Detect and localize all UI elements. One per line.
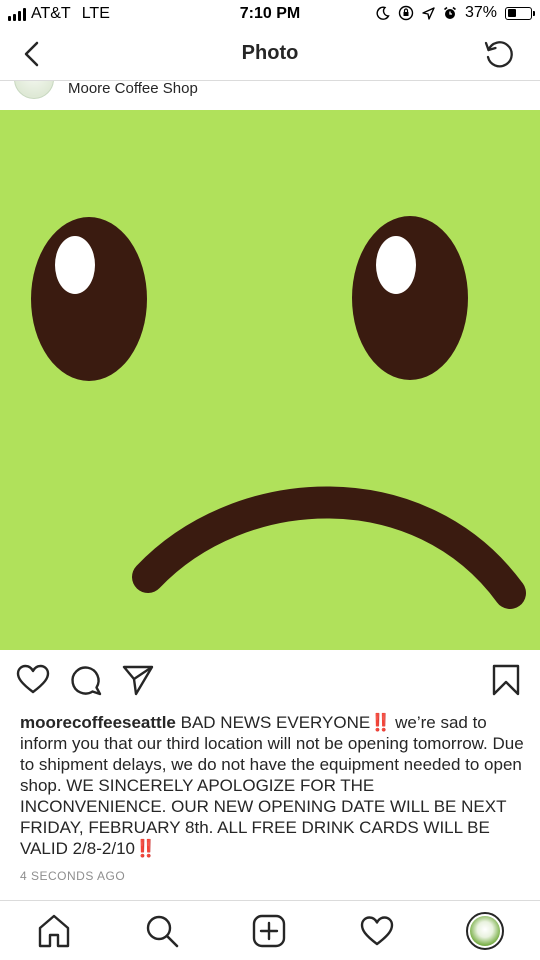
search-icon[interactable] bbox=[144, 913, 180, 949]
post-actions bbox=[0, 660, 540, 706]
battery-percent: 37% bbox=[464, 4, 497, 21]
double-exclamation-emoji: ‼️ bbox=[134, 839, 156, 858]
post-image[interactable] bbox=[0, 110, 540, 650]
alarm-icon bbox=[443, 6, 456, 19]
right-eye bbox=[352, 216, 468, 380]
double-exclamation-emoji: ‼️ bbox=[370, 713, 391, 732]
right-eye-highlight bbox=[376, 236, 416, 294]
caption-text-1: BAD NEWS EVERYONE bbox=[180, 713, 371, 732]
bookmark-icon[interactable] bbox=[489, 663, 523, 697]
status-bar: AT&T LTE 7:10 PM 37% bbox=[0, 0, 540, 30]
heart-icon[interactable] bbox=[16, 663, 50, 697]
caption-username[interactable]: moorecoffeeseattle bbox=[20, 713, 176, 732]
share-icon[interactable] bbox=[121, 663, 155, 697]
battery-icon bbox=[505, 6, 535, 20]
location-arrow-icon bbox=[422, 6, 435, 20]
left-eye bbox=[31, 217, 147, 381]
post-caption: moorecoffeeseattle BAD NEWS EVERYONE‼️ w… bbox=[20, 712, 525, 859]
tab-bar bbox=[0, 900, 540, 960]
home-icon[interactable] bbox=[36, 913, 72, 949]
add-post-icon[interactable] bbox=[251, 913, 287, 949]
page-title: Photo bbox=[241, 42, 299, 64]
status-icons: 37% bbox=[376, 4, 535, 22]
caption-text-2: we’re sad to inform you that our third l… bbox=[20, 713, 524, 858]
post-location[interactable]: Moore Coffee Shop bbox=[68, 81, 198, 97]
moon-icon bbox=[376, 6, 390, 20]
comment-icon[interactable] bbox=[69, 663, 103, 697]
profile-avatar[interactable] bbox=[466, 912, 504, 950]
activity-heart-icon[interactable] bbox=[359, 913, 395, 949]
orientation-lock-icon bbox=[398, 5, 414, 21]
refresh-icon[interactable] bbox=[482, 37, 516, 71]
nav-header: Photo bbox=[0, 30, 540, 80]
post-timestamp: 4 SECONDS AGO bbox=[20, 869, 126, 883]
avatar[interactable] bbox=[14, 81, 54, 99]
post-header: Moore Coffee Shop bbox=[0, 80, 540, 110]
profile-avatar-image bbox=[470, 916, 500, 946]
sad-face-image bbox=[0, 110, 540, 650]
left-eye-highlight bbox=[55, 236, 95, 294]
